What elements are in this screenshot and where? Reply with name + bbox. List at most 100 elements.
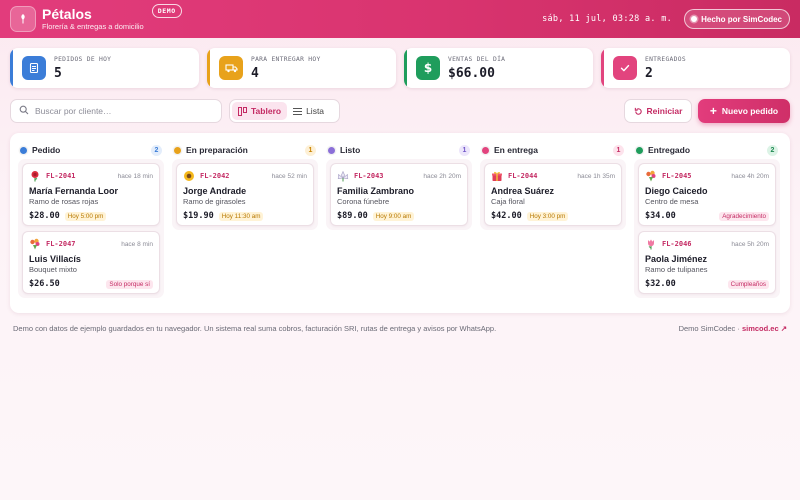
order-card[interactable]: FL-2044 hace 1h 35m Andrea Suárez Caja flor…: [484, 163, 622, 226]
order-price: $89.00: [337, 211, 368, 221]
column-pedido: Pedido 2 FL-2041 hace 18 min María Fernanda …: [18, 141, 164, 305]
rose-icon: [29, 170, 41, 182]
order-age: hace 5h 20m: [731, 240, 769, 248]
column-listo: Listo 1 FL-2043 hace 2h 20m Familia Zambrano…: [326, 141, 472, 305]
stat-value: 5: [54, 65, 62, 81]
order-code: FL-2041: [46, 172, 76, 180]
stat-value: 2: [645, 65, 653, 81]
client-name: Andrea Suárez: [491, 186, 555, 196]
column-en-preparacion: En preparación 1 FL-2042 hace 52 min Jorge A…: [172, 141, 318, 305]
stats-row: PEDIDOS DE HOY 5 PARA ENTREGAR HOY 4 $ V…: [10, 48, 790, 88]
delivery-time-tag: Hoy 3:00 pm: [526, 211, 569, 221]
reset-label: Reiniciar: [646, 106, 683, 116]
delivery-time-tag: Hoy 11:30 am: [218, 211, 264, 221]
view-list-button[interactable]: Lista: [287, 102, 330, 120]
stat-deliver-today: PARA ENTREGAR HOY 4: [207, 48, 396, 88]
stat-delivered: ENTREGADOS 2: [601, 48, 790, 88]
new-order-button[interactable]: + Nuevo pedido: [698, 99, 790, 123]
order-age: hace 1h 35m: [577, 172, 615, 180]
order-code: FL-2046: [662, 240, 692, 248]
order-age: hace 8 min: [121, 240, 153, 248]
client-name: Jorge Andrade: [183, 186, 247, 196]
column-header: Listo 1: [326, 141, 472, 159]
made-by-label: Hecho por SimCodec: [701, 14, 782, 24]
logo-icon: [10, 6, 36, 32]
occasion-tag: Solo porque sí: [106, 279, 153, 289]
column-count-badge: 1: [305, 144, 316, 156]
footer-credit-link[interactable]: simcod.ec ↗: [742, 324, 787, 333]
column-title: En entrega: [494, 145, 538, 155]
view-board-button[interactable]: Tablero: [232, 102, 288, 120]
order-card[interactable]: FL-2041 hace 18 min María Fernanda Loor Ram…: [22, 163, 160, 226]
made-by-button[interactable]: Hecho por SimCodec: [684, 9, 790, 29]
tulip-icon: [645, 238, 657, 250]
stat-sales-today: $ VENTAS DEL DÍA $66.00: [404, 48, 593, 88]
order-card[interactable]: FL-2042 hace 52 min Jorge Andrade Ramo de g…: [176, 163, 314, 226]
footer-credit: Demo SimCodec · simcod.ec ↗: [679, 324, 787, 333]
check-icon: [613, 56, 637, 80]
status-dot-icon: [174, 146, 181, 154]
stat-value: $66.00: [448, 65, 495, 81]
reset-button[interactable]: Reiniciar: [624, 99, 692, 123]
column-title: Pedido: [32, 145, 61, 155]
board-icon: [238, 106, 247, 116]
stat-value: 4: [251, 65, 259, 81]
product-name: Corona fúnebre: [337, 197, 390, 206]
column-en-entrega: En entrega 1 FL-2044 hace 1h 35m Andrea Suár…: [480, 141, 626, 305]
stat-label: VENTAS DEL DÍA: [448, 55, 506, 63]
client-name: Paola Jiménez: [645, 254, 708, 264]
column-title: En preparación: [186, 145, 248, 155]
column-count-badge: 1: [613, 144, 624, 156]
order-card[interactable]: FL-2047 hace 8 min Luis Villacís Bouquet mi…: [22, 231, 160, 294]
order-age: hace 52 min: [271, 172, 307, 180]
truck-icon: [219, 56, 243, 80]
view-toggle: Tablero Lista: [229, 99, 340, 123]
column-body: FL-2045 hace 4h 20m Diego Caicedo Centro de…: [634, 159, 780, 298]
order-code: FL-2043: [354, 172, 384, 180]
order-code: FL-2047: [46, 240, 76, 248]
order-card[interactable]: FL-2043 hace 2h 20m Familia Zambrano Corona…: [330, 163, 468, 226]
view-list-label: Lista: [306, 106, 325, 116]
stat-label: PARA ENTREGAR HOY: [251, 55, 321, 63]
stat-label: ENTREGADOS: [645, 55, 686, 63]
order-card[interactable]: FL-2045 hace 4h 20m Diego Caicedo Centro de…: [638, 163, 776, 226]
column-body: FL-2044 hace 1h 35m Andrea Suárez Caja flor…: [480, 159, 626, 230]
document-icon: [22, 56, 46, 80]
order-price: $28.00: [29, 211, 60, 221]
column-header: En preparación 1: [172, 141, 318, 159]
status-dot-icon: [328, 146, 335, 154]
bouquet-icon: [645, 170, 657, 182]
product-name: Ramo de rosas rojas: [29, 197, 99, 206]
order-price: $19.90: [183, 211, 214, 221]
order-card[interactable]: FL-2046 hace 5h 20m Paola Jiménez Ramo de t…: [638, 231, 776, 294]
stat-orders-today: PEDIDOS DE HOY 5: [10, 48, 199, 88]
order-code: FL-2044: [508, 172, 538, 180]
status-dot-icon: [20, 146, 27, 154]
bouquet-icon: [29, 238, 41, 250]
column-body: FL-2043 hace 2h 20m Familia Zambrano Corona…: [326, 159, 472, 230]
dollar-icon: $: [416, 56, 440, 80]
plus-icon: +: [709, 104, 717, 118]
column-header: En entrega 1: [480, 141, 626, 159]
app-header: Pétalos Florería & entregas a domicilio …: [0, 0, 800, 38]
order-age: hace 4h 20m: [731, 172, 769, 180]
search-input[interactable]: [35, 106, 215, 116]
column-entregado: Entregado 2 FL-2045 hace 4h 20m Diego Caiced…: [634, 141, 780, 305]
current-datetime: sáb, 11 jul, 03:28 a. m.: [542, 14, 673, 24]
status-dot-icon: [482, 146, 489, 154]
product-name: Ramo de girasoles: [183, 197, 246, 206]
order-age: hace 18 min: [117, 172, 153, 180]
status-dot-icon: [636, 146, 643, 154]
gift-icon: [491, 170, 503, 182]
column-count-badge: 2: [767, 144, 778, 156]
order-age: hace 2h 20m: [423, 172, 461, 180]
sunflower-icon: [183, 170, 195, 182]
lily-icon: [337, 170, 349, 182]
demo-badge: DEMO: [151, 4, 182, 18]
new-order-label: Nuevo pedido: [721, 106, 779, 116]
product-name: Centro de mesa: [645, 197, 699, 206]
column-count-badge: 1: [459, 144, 470, 156]
client-name: Familia Zambrano: [337, 186, 415, 196]
brand: Pétalos Florería & entregas a domicilio: [42, 7, 144, 31]
order-price: $34.00: [645, 211, 676, 221]
